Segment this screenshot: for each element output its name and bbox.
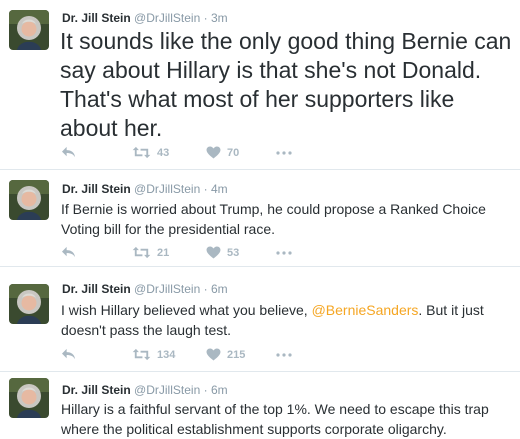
heart-icon	[206, 348, 221, 361]
retweet-count: 43	[157, 146, 170, 159]
reply-icon	[61, 146, 76, 159]
tweet-header: Dr. Jill Stein @DrJillStein · 4m	[62, 182, 228, 196]
tweet-text: It sounds like the only good thing Berni…	[60, 27, 516, 143]
author-handle[interactable]: @DrJillStein	[134, 11, 200, 25]
tweet-text-body: It sounds like the only good thing Berni…	[60, 28, 512, 141]
reply-icon	[61, 348, 76, 361]
like-count: 70	[227, 146, 240, 159]
retweet-icon	[132, 146, 151, 159]
author-handle[interactable]: @DrJillStein	[134, 383, 200, 397]
tweet-header: Dr. Jill Stein @DrJillStein · 6m	[62, 383, 228, 397]
tweet-text: If Bernie is worried about Trump, he cou…	[61, 199, 513, 239]
retweet-icon	[132, 348, 151, 361]
tweet[interactable]: Dr. Jill Stein @DrJillStein · 6m Hillary…	[0, 372, 520, 439]
author-name[interactable]: Dr. Jill Stein	[62, 383, 131, 397]
separator: ·	[203, 182, 208, 196]
timestamp[interactable]: 6m	[211, 383, 228, 397]
tweet-text-body: I wish Hillary believed what you believe…	[61, 302, 312, 318]
more-button[interactable]	[276, 353, 292, 357]
avatar-image	[9, 284, 49, 324]
more-icon	[276, 353, 292, 357]
author-name[interactable]: Dr. Jill Stein	[62, 282, 131, 296]
more-button[interactable]	[276, 151, 292, 155]
tweet-actions: 134 215	[61, 348, 361, 364]
avatar[interactable]	[9, 284, 49, 324]
avatar-image	[9, 10, 49, 50]
author-handle[interactable]: @DrJillStein	[134, 182, 200, 196]
like-count: 53	[227, 246, 240, 259]
avatar[interactable]	[9, 180, 49, 220]
more-icon	[276, 251, 292, 255]
separator: ·	[203, 383, 208, 397]
reply-icon	[61, 246, 76, 259]
reply-button[interactable]	[61, 146, 76, 159]
tweet-text-body: Hillary is a faithful servant of the top…	[61, 401, 489, 437]
retweet-count: 134	[157, 348, 176, 361]
tweet-actions: 21 53	[61, 246, 361, 262]
author-name[interactable]: Dr. Jill Stein	[62, 11, 131, 25]
more-icon	[276, 151, 292, 155]
more-button[interactable]	[276, 251, 292, 255]
avatar-image	[9, 378, 49, 418]
author-name[interactable]: Dr. Jill Stein	[62, 182, 131, 196]
heart-icon	[206, 146, 221, 159]
tweet-text-body: If Bernie is worried about Trump, he cou…	[61, 201, 486, 237]
tweet-header: Dr. Jill Stein @DrJillStein · 6m	[62, 282, 228, 296]
author-handle[interactable]: @DrJillStein	[134, 282, 200, 296]
retweet-count: 21	[157, 246, 170, 259]
tweet[interactable]: Dr. Jill Stein @DrJillStein · 3m It soun…	[0, 0, 520, 169]
retweet-button[interactable]: 43	[132, 146, 169, 159]
tweet-actions: 43 70	[61, 146, 361, 162]
separator: ·	[203, 282, 208, 296]
timestamp[interactable]: 6m	[211, 282, 228, 296]
tweet[interactable]: Dr. Jill Stein @DrJillStein · 6m I wish …	[0, 267, 520, 371]
like-button[interactable]: 53	[206, 246, 239, 259]
reply-button[interactable]	[61, 348, 76, 361]
retweet-button[interactable]: 134	[132, 348, 175, 361]
retweet-icon	[132, 246, 151, 259]
avatar-image	[9, 180, 49, 220]
tweet-header: Dr. Jill Stein @DrJillStein · 3m	[62, 11, 228, 25]
separator: ·	[203, 11, 208, 25]
like-button[interactable]: 70	[206, 146, 239, 159]
mention-link[interactable]: @BernieSanders	[312, 302, 419, 318]
timestamp[interactable]: 3m	[211, 11, 228, 25]
tweet-text: Hillary is a faithful servant of the top…	[61, 399, 513, 439]
reply-button[interactable]	[61, 246, 76, 259]
timestamp[interactable]: 4m	[211, 182, 228, 196]
retweet-button[interactable]: 21	[132, 246, 169, 259]
like-button[interactable]: 215	[206, 348, 245, 361]
like-count: 215	[227, 348, 246, 361]
tweet-text: I wish Hillary believed what you believe…	[61, 300, 513, 340]
avatar[interactable]	[9, 378, 49, 418]
avatar[interactable]	[9, 10, 49, 50]
tweet[interactable]: Dr. Jill Stein @DrJillStein · 4m If Bern…	[0, 170, 520, 266]
heart-icon	[206, 246, 221, 259]
